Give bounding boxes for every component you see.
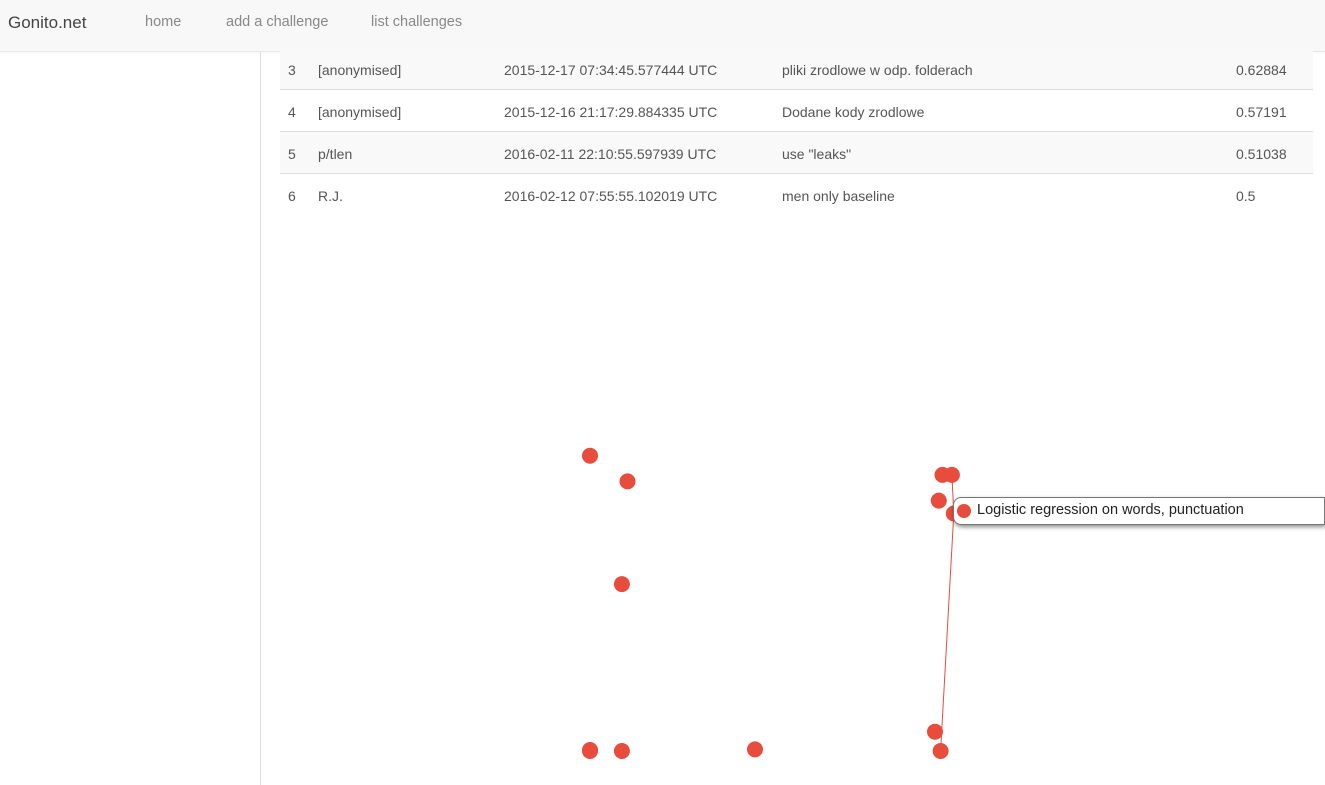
chart-point[interactable] xyxy=(619,473,636,490)
chart-point[interactable] xyxy=(747,741,763,758)
chart-point[interactable] xyxy=(613,576,630,593)
chart-tooltip: Logistic regression on words, punctuatio… xyxy=(953,497,1325,525)
chart-point[interactable] xyxy=(943,466,960,483)
chart-point[interactable] xyxy=(927,723,943,740)
tooltip-text: Logistic regression on words, punctuatio… xyxy=(977,502,1244,518)
tooltip-marker-icon xyxy=(957,504,971,518)
chart-point[interactable] xyxy=(932,743,949,759)
chart-point[interactable] xyxy=(930,492,947,509)
chart-point-layer xyxy=(582,447,962,759)
chart-point[interactable] xyxy=(582,447,598,464)
chart-point[interactable] xyxy=(582,742,598,758)
progress-chart xyxy=(582,447,962,759)
chart-point[interactable] xyxy=(613,743,630,759)
